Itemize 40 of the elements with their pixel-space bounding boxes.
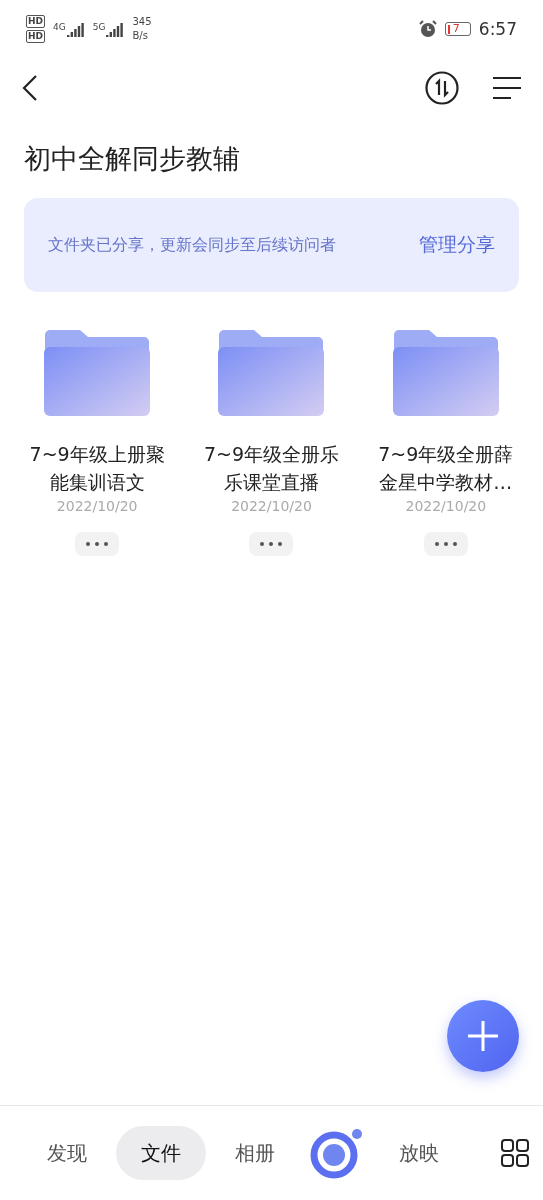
folder-date: 2022/10/20 [56, 498, 138, 514]
more-icon [86, 542, 109, 546]
more-icon [260, 542, 283, 546]
add-button[interactable] [447, 1000, 519, 1072]
clock-time: 6:57 [478, 19, 517, 39]
more-button[interactable] [423, 532, 468, 556]
battery-indicator: 7 [444, 22, 471, 36]
hd-label: HD [26, 15, 45, 28]
folder-name[interactable]: 7~9年级全册薛金星中学教材… [372, 440, 519, 496]
network-label: 5G [92, 21, 106, 32]
more-button[interactable] [249, 532, 294, 556]
grid-icon[interactable] [501, 1139, 529, 1167]
manage-share-link[interactable]: 管理分享 [419, 232, 495, 258]
signal-icon [106, 21, 125, 37]
more-icon [434, 542, 457, 546]
nav-tab[interactable]: 相册 [210, 1126, 300, 1180]
folder-icon [392, 330, 499, 416]
more-button[interactable] [75, 532, 120, 556]
sort-icon[interactable] [425, 71, 459, 105]
folder-icon [44, 330, 151, 416]
speed-value: 345 [132, 16, 152, 28]
ring-icon [310, 1126, 364, 1180]
folder-name[interactable]: 7~9年级全册乐乐课堂直播 [198, 440, 345, 496]
plus-icon [468, 1021, 498, 1051]
folder-name[interactable]: 7~9年级上册聚能集训语文 [24, 440, 171, 496]
folder-date: 2022/10/20 [405, 498, 487, 514]
folder-date: 2022/10/20 [231, 498, 312, 514]
nav-tab[interactable]: 文件 [116, 1126, 206, 1180]
folder-title: 初中全解同步教辅 [24, 142, 241, 176]
speed-unit: B/s [132, 30, 149, 42]
menu-icon[interactable] [493, 76, 521, 100]
nav-tab[interactable]: 发现 [22, 1126, 112, 1180]
network-label: 4G [53, 21, 66, 32]
share-notice: 文件夹已分享，更新会同步至后续访问者 [48, 234, 336, 256]
folder-icon [218, 330, 325, 416]
hd-label: HD [26, 30, 45, 43]
nav-tab[interactable]: 放映 [374, 1126, 464, 1180]
signal-icon [66, 21, 85, 37]
back-icon[interactable] [22, 75, 38, 101]
alarm-icon [418, 20, 437, 38]
